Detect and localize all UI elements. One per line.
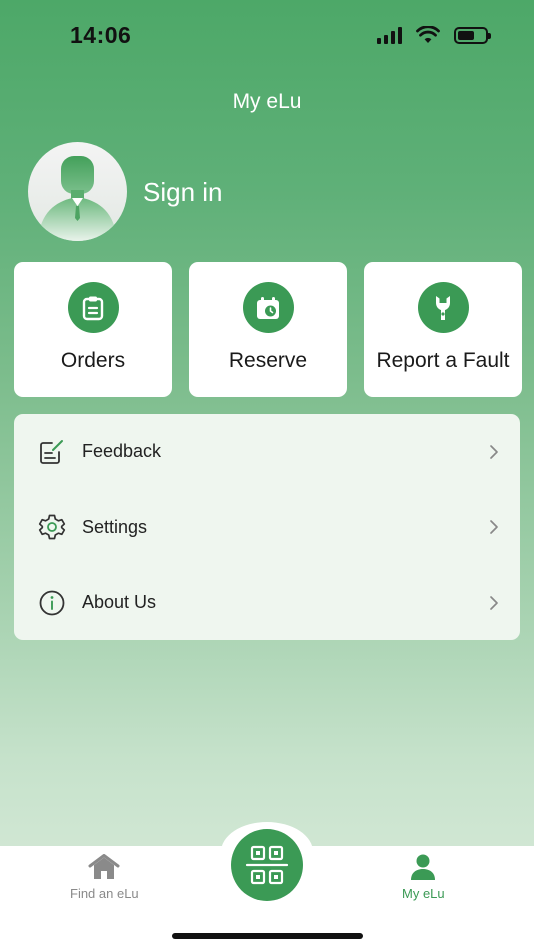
wifi-icon [416,26,440,43]
tab-my-label: My eLu [402,886,445,901]
settings-label: Settings [82,516,148,537]
tab-my-elu[interactable]: My eLu [402,854,445,901]
user-avatar-icon [38,156,117,241]
report-fault-label: Report a Fault [376,349,510,372]
scan-qr-button[interactable] [231,829,303,901]
status-icons [377,26,491,44]
wrench-icon [417,282,469,333]
menu-item-settings[interactable]: Settings [14,490,520,566]
menu-item-feedback[interactable]: Feedback [14,414,520,490]
feedback-edit-icon [38,438,66,466]
tab-find-label: Find an eLu [70,886,139,901]
reserve-card[interactable]: Reserve [189,262,347,397]
sign-in-link[interactable]: Sign in [143,177,223,208]
menu-item-about-us[interactable]: About Us [14,565,520,641]
chevron-right-icon [490,595,498,610]
page-title: My eLu [232,90,302,113]
orders-label: Orders [60,349,126,372]
orders-card[interactable]: Orders [14,262,172,397]
home-indicator [172,933,363,939]
avatar[interactable] [28,142,127,241]
qr-scan-icon [245,845,289,885]
gear-icon [38,513,66,541]
report-fault-card[interactable]: Report a Fault [364,262,522,397]
person-icon [411,854,436,880]
chevron-right-icon [490,520,498,535]
reserve-label: Reserve [228,349,308,372]
status-bar: 14:06 [0,0,534,60]
status-time: 14:06 [70,22,132,48]
cellular-signal-icon [377,26,402,44]
settings-menu: Feedback Settings About Us [14,414,520,640]
chevron-right-icon [490,444,498,459]
info-icon [38,589,66,617]
about-us-label: About Us [82,592,157,613]
feedback-label: Feedback [82,441,162,462]
tab-find-an-elu[interactable]: Find an eLu [70,854,139,901]
calendar-clock-icon [242,282,294,333]
quick-actions: Orders Reserve Report a Fault [14,262,522,397]
home-icon [88,854,120,879]
battery-icon [454,26,491,44]
clipboard-icon [67,282,119,333]
